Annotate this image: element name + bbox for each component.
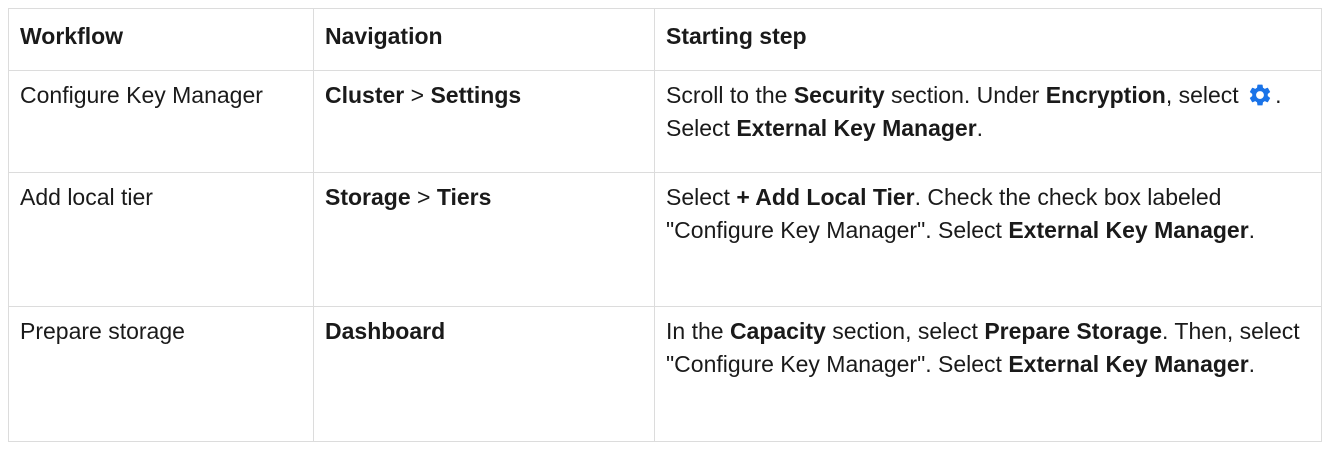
navigation-cell: Storage > Tiers bbox=[313, 172, 655, 307]
nav-first: Cluster bbox=[325, 82, 405, 108]
step-text: , select bbox=[1165, 82, 1246, 108]
navigation-cell: Dashboard bbox=[313, 306, 655, 442]
nav-second: Settings bbox=[430, 82, 522, 108]
header-workflow: Workflow bbox=[8, 8, 314, 71]
nav-first: Storage bbox=[325, 184, 411, 210]
starting-step-cell: Select + Add Local Tier. Check the check… bbox=[654, 172, 1322, 307]
workflow-cell: Configure Key Manager bbox=[8, 70, 314, 173]
nav-second: Tiers bbox=[436, 184, 492, 210]
table-row: Add local tier Storage > Tiers Select + … bbox=[8, 172, 1322, 307]
step-text: . bbox=[1248, 217, 1256, 243]
nav-first: Dashboard bbox=[325, 318, 446, 344]
workflow-cell: Prepare storage bbox=[8, 306, 314, 442]
step-text: section. Under bbox=[884, 82, 1046, 108]
starting-step-cell: Scroll to the Security section. Under En… bbox=[654, 70, 1322, 173]
step-text: . bbox=[1248, 351, 1256, 377]
step-text: Scroll to the bbox=[666, 82, 794, 108]
gear-icon bbox=[1249, 84, 1271, 106]
step-text: section, select bbox=[825, 318, 985, 344]
step-text: . bbox=[976, 115, 984, 141]
step-bold: Prepare Storage bbox=[984, 318, 1163, 344]
step-text: In the bbox=[666, 318, 730, 344]
table-row: Configure Key Manager Cluster > Settings… bbox=[8, 70, 1322, 173]
step-bold: External Key Manager bbox=[1008, 217, 1249, 243]
step-bold: Capacity bbox=[729, 318, 826, 344]
table-row: Prepare storage Dashboard In the Capacit… bbox=[8, 306, 1322, 442]
starting-step-cell: In the Capacity section, select Prepare … bbox=[654, 306, 1322, 442]
navigation-cell: Cluster > Settings bbox=[313, 70, 655, 173]
nav-separator: > bbox=[410, 184, 437, 210]
header-navigation: Navigation bbox=[313, 8, 655, 71]
workflow-cell: Add local tier bbox=[8, 172, 314, 307]
step-bold: External Key Manager bbox=[1008, 351, 1249, 377]
table-header-row: Workflow Navigation Starting step bbox=[8, 8, 1322, 71]
workflow-table: Workflow Navigation Starting step Config… bbox=[8, 8, 1322, 442]
step-text: Select bbox=[666, 184, 737, 210]
step-bold: External Key Manager bbox=[736, 115, 977, 141]
step-bold: Security bbox=[793, 82, 885, 108]
step-bold: + Add Local Tier bbox=[736, 184, 915, 210]
header-starting-step: Starting step bbox=[654, 8, 1322, 71]
nav-separator: > bbox=[404, 82, 431, 108]
step-bold: Encryption bbox=[1045, 82, 1166, 108]
